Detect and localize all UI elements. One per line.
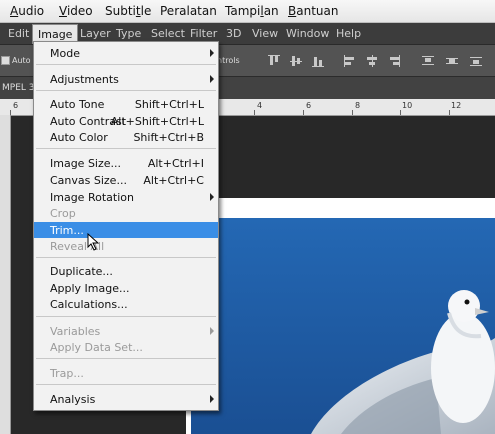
- menu-item-auto-color[interactable]: Auto Color Shift+Ctrl+B: [34, 129, 218, 145]
- distribute-bottom-icon[interactable]: [470, 55, 482, 67]
- seagull-photo: [191, 218, 495, 434]
- menu-item-auto-tone[interactable]: Auto Tone Shift+Ctrl+L: [34, 96, 218, 112]
- align-hcenter-icon[interactable]: [366, 55, 378, 67]
- menu-filter[interactable]: Filter: [190, 27, 217, 40]
- align-bottom-icon[interactable]: [312, 55, 324, 67]
- menu-tampilan[interactable]: Tampilan: [225, 4, 279, 18]
- submenu-arrow-icon: [210, 395, 214, 403]
- align-left-icon[interactable]: [344, 55, 356, 67]
- menu-item-variables: Variables: [34, 323, 218, 339]
- menu-edit[interactable]: Edit: [8, 27, 29, 40]
- align-right-icon[interactable]: [388, 55, 400, 67]
- menu-item-canvas-size[interactable]: Canvas Size... Alt+Ctrl+C: [34, 172, 218, 188]
- mouse-cursor-icon: [87, 233, 100, 251]
- vertical-ruler: [0, 115, 11, 434]
- menu-item-mode[interactable]: Mode: [34, 45, 218, 61]
- ruler-tick-label: 8: [355, 101, 361, 110]
- menu-item-adjustments[interactable]: Adjustments: [34, 71, 218, 87]
- menu-type[interactable]: Type: [116, 27, 141, 40]
- submenu-arrow-icon: [210, 327, 214, 335]
- auto-select-checkbox[interactable]: [1, 56, 10, 65]
- image-menu-dropdown: Mode Adjustments Auto Tone Shift+Ctrl+L A…: [33, 41, 219, 411]
- menu-item-duplicate[interactable]: Duplicate...: [34, 263, 218, 279]
- menu-item-crop: Crop: [50, 207, 76, 220]
- menu-item-apply-image[interactable]: Apply Image...: [34, 280, 218, 296]
- align-vcenter-icon[interactable]: [290, 55, 302, 67]
- menu-audio[interactable]: Audio: [10, 4, 44, 18]
- menu-item-calculations[interactable]: Calculations...: [34, 296, 218, 312]
- menu-item-trim[interactable]: Trim...: [34, 222, 218, 238]
- menu-help[interactable]: Help: [336, 27, 361, 40]
- menu-subtitle[interactable]: Subtitle: [105, 4, 151, 18]
- menu-item-analysis[interactable]: Analysis: [34, 391, 218, 407]
- menu-peralatan[interactable]: Peralatan: [160, 4, 217, 18]
- ruler-tick-label: 4: [257, 101, 263, 110]
- menu-item-trap: Trap...: [50, 367, 84, 380]
- menu-item-image-size[interactable]: Image Size... Alt+Ctrl+I: [34, 155, 218, 171]
- menu-item-apply-data-set: Apply Data Set...: [50, 341, 143, 354]
- ruler-tick-label: 6: [306, 101, 312, 110]
- menu-view[interactable]: View: [252, 27, 278, 40]
- submenu-arrow-icon: [210, 75, 214, 83]
- align-top-icon[interactable]: [268, 55, 280, 67]
- seagull-image: [191, 218, 495, 434]
- menu-item-auto-contrast[interactable]: Auto Contrast Alt+Shift+Ctrl+L: [34, 113, 218, 129]
- ruler-tick-label: 12: [451, 101, 462, 110]
- ruler-tick-label: 10: [402, 101, 413, 110]
- submenu-arrow-icon: [210, 193, 214, 201]
- menu-item-image-rotation[interactable]: Image Rotation: [34, 189, 218, 205]
- menu-item-reveal-all: Reveal All: [50, 240, 105, 253]
- ruler-tick-label: 6: [13, 101, 19, 110]
- player-menubar: Audio Video Subtitle Peralatan Tampilan Bantu…: [0, 0, 495, 23]
- menu-bantuan[interactable]: Bantuan: [288, 4, 338, 18]
- transform-controls-label: ntrols: [217, 56, 240, 65]
- menu-select[interactable]: Select: [151, 27, 185, 40]
- submenu-arrow-icon: [210, 49, 214, 57]
- distribute-vcenter-icon[interactable]: [446, 55, 458, 67]
- distribute-top-icon[interactable]: [422, 55, 434, 67]
- menu-window[interactable]: Window: [286, 27, 329, 40]
- menu-layer[interactable]: Layer: [80, 27, 111, 40]
- auto-select-label: Auto: [12, 56, 31, 65]
- menu-3d[interactable]: 3D: [226, 27, 241, 40]
- menu-video[interactable]: Video: [59, 4, 93, 18]
